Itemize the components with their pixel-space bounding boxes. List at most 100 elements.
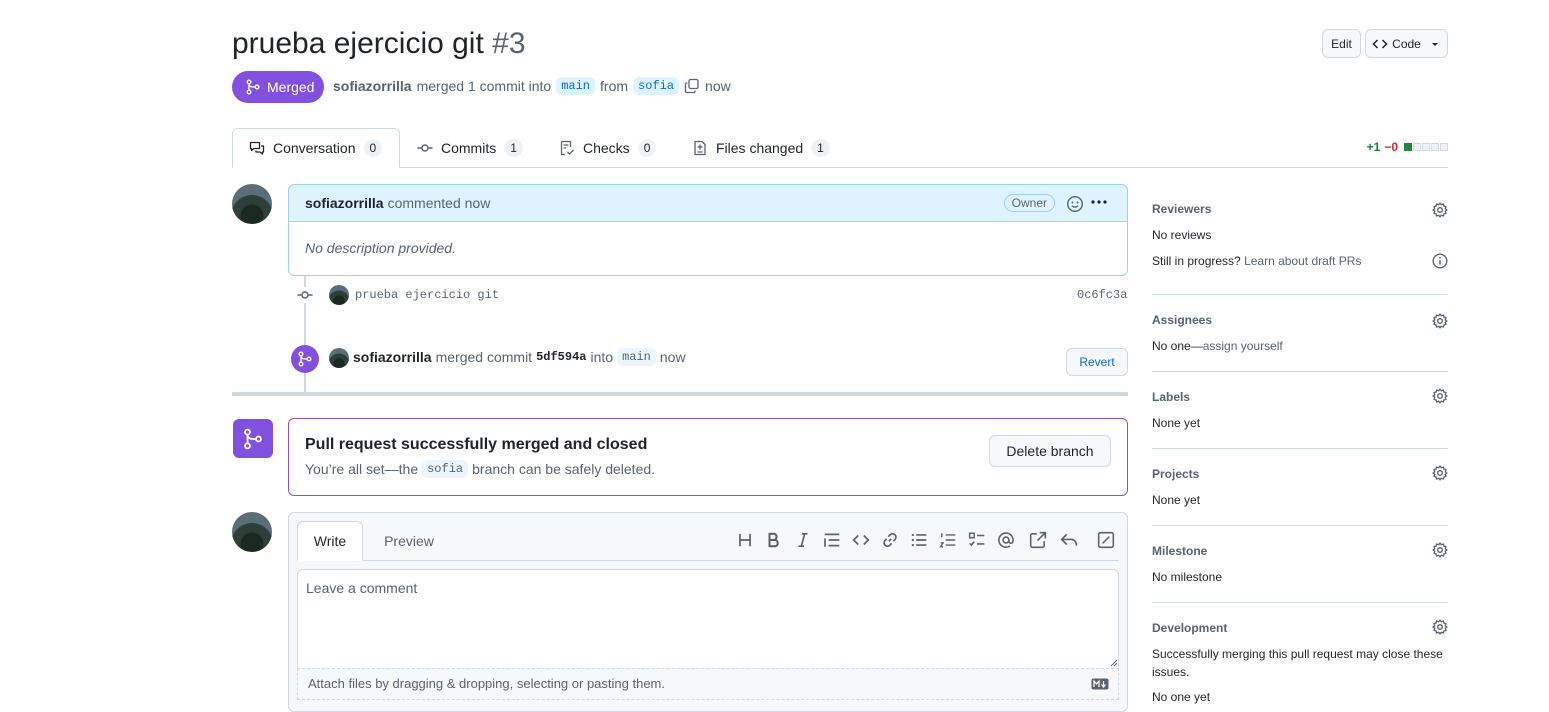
pr-author-link[interactable]: sofiazorrilla	[333, 78, 412, 94]
merged-notice: Pull request successfully merged and clo…	[288, 418, 1128, 496]
sidebar-assignees-none: No one—	[1152, 339, 1203, 353]
diffstat-square	[1440, 143, 1448, 151]
caret-down-icon	[1431, 42, 1438, 46]
pr-title: prueba ejercicio git #3	[232, 24, 526, 64]
commit-sha[interactable]: 0c6fc3a	[1077, 288, 1127, 302]
sidebar-development-line2: issues.	[1152, 665, 1190, 679]
avatar[interactable]	[329, 348, 349, 368]
pr-number: #3	[492, 27, 526, 60]
gear-icon[interactable]	[1432, 619, 1448, 635]
deletable-branch[interactable]: sofia	[422, 460, 469, 478]
reply-icon[interactable]	[1060, 531, 1078, 549]
gear-icon[interactable]	[1432, 388, 1448, 404]
link-icon[interactable]	[881, 531, 899, 549]
learn-draft-prs-link[interactable]: Learn about draft PRs	[1244, 254, 1361, 268]
resize-handle-icon[interactable]	[1110, 659, 1118, 667]
unordered-list-icon[interactable]	[910, 531, 928, 549]
owner-badge: Owner	[1003, 194, 1055, 212]
pr-meta: sofiazorrilla merged 1 commit into main …	[333, 74, 731, 98]
base-branch[interactable]: main	[556, 77, 596, 95]
head-branch[interactable]: sofia	[633, 77, 680, 95]
git-commit-icon	[297, 287, 313, 303]
sidebar-in-progress: Still in progress?	[1152, 254, 1241, 268]
tab-conversation[interactable]: Conversation 0	[232, 128, 400, 168]
diffstat-bar	[1404, 143, 1448, 151]
markdown-icon	[1091, 678, 1109, 690]
gear-icon[interactable]	[1432, 542, 1448, 558]
sidebar-development-title[interactable]: Development	[1152, 621, 1227, 635]
gear-icon[interactable]	[1432, 465, 1448, 481]
merge-target-branch[interactable]: main	[617, 348, 656, 366]
code-button-label: Code	[1392, 36, 1421, 51]
sidebar-projects-title[interactable]: Projects	[1152, 467, 1199, 481]
kebab-horizontal-icon[interactable]	[1090, 193, 1108, 211]
pr-merge-text: merged 1 commit into	[416, 78, 552, 94]
tasklist-icon[interactable]	[968, 531, 986, 549]
smiley-icon[interactable]	[1066, 195, 1084, 213]
merge-event-author[interactable]: sofiazorrilla	[353, 349, 432, 365]
revert-button-label: Revert	[1079, 355, 1115, 369]
git-merge-icon	[244, 428, 262, 449]
git-merge-icon	[298, 351, 312, 367]
sidebar-milestone-title[interactable]: Milestone	[1152, 544, 1207, 558]
merge-event-text: merged commit	[435, 349, 533, 365]
tab-files-count: 1	[811, 139, 830, 157]
gear-icon[interactable]	[1432, 313, 1448, 329]
tab-commits[interactable]: Commits 1	[401, 128, 539, 168]
ordered-list-icon[interactable]	[939, 531, 957, 549]
diffstat-additions: +1	[1366, 140, 1381, 154]
bold-icon[interactable]	[765, 531, 783, 549]
attach-files-bar[interactable]: Attach files by dragging & dropping, sel…	[297, 668, 1119, 700]
checklist-icon	[560, 140, 574, 156]
tab-checks[interactable]: Checks 0	[543, 128, 672, 168]
diffstat-square	[1422, 143, 1430, 151]
comment-discussion-icon	[249, 141, 265, 155]
sidebar-assignees-title[interactable]: Assignees	[1152, 313, 1212, 327]
diffstat-square	[1404, 143, 1412, 151]
avatar[interactable]	[232, 512, 272, 552]
merged-status-icon	[233, 419, 273, 458]
code-icon[interactable]	[852, 531, 870, 549]
diffstat: +1 −0	[1367, 140, 1448, 154]
avatar[interactable]	[232, 184, 272, 224]
mention-icon[interactable]	[997, 531, 1015, 549]
copy-icon[interactable]	[684, 78, 700, 94]
tab-conversation-label: Conversation	[273, 140, 356, 156]
commit-message[interactable]: prueba ejercicio git	[355, 288, 499, 302]
comment-author[interactable]: sofiazorrilla	[305, 195, 384, 211]
italic-icon[interactable]	[794, 531, 812, 549]
delete-branch-button[interactable]: Delete branch	[989, 435, 1111, 467]
sidebar-divider	[1152, 294, 1448, 295]
sidebar-reviewers-title[interactable]: Reviewers	[1152, 202, 1211, 216]
edit-button[interactable]: Edit	[1322, 29, 1361, 58]
code-button[interactable]: Code	[1365, 29, 1448, 58]
merge-event-time: now	[659, 349, 686, 365]
heading-icon[interactable]	[736, 531, 754, 549]
tab-checks-count: 0	[637, 139, 657, 157]
merge-commit-sha[interactable]: 5df594a	[536, 350, 586, 364]
assign-yourself-link[interactable]: assign yourself	[1203, 339, 1283, 353]
fullscreen-icon[interactable]	[1097, 531, 1115, 549]
sidebar-labels-title[interactable]: Labels	[1152, 390, 1190, 404]
tab-files-changed[interactable]: Files changed 1	[676, 128, 846, 168]
quote-icon[interactable]	[823, 531, 841, 549]
sidebar-divider	[1152, 525, 1448, 526]
merged-status-badge: Merged	[232, 71, 324, 103]
revert-button[interactable]: Revert	[1066, 348, 1128, 376]
sidebar-assignees-value: No one—assign yourself	[1152, 339, 1283, 353]
tab-write[interactable]: Write	[297, 521, 363, 561]
comment-header: sofiazorrilla commented now	[289, 185, 1127, 222]
tab-commits-label: Commits	[441, 140, 497, 156]
gear-icon[interactable]	[1432, 202, 1448, 218]
cross-reference-icon[interactable]	[1029, 531, 1047, 549]
tab-conversation-count: 0	[363, 139, 383, 157]
tab-preview[interactable]: Preview	[370, 521, 448, 561]
avatar[interactable]	[329, 285, 349, 305]
comment-textarea[interactable]: Leave a comment	[297, 569, 1119, 669]
merged-status-label: Merged	[267, 79, 315, 95]
sidebar-development-line3: No one yet	[1152, 690, 1211, 704]
info-icon[interactable]	[1432, 253, 1448, 269]
comment-body: No description provided.	[305, 240, 456, 256]
pr-title-text: prueba ejercicio git	[232, 27, 484, 60]
sidebar-projects-value: None yet	[1152, 493, 1201, 507]
